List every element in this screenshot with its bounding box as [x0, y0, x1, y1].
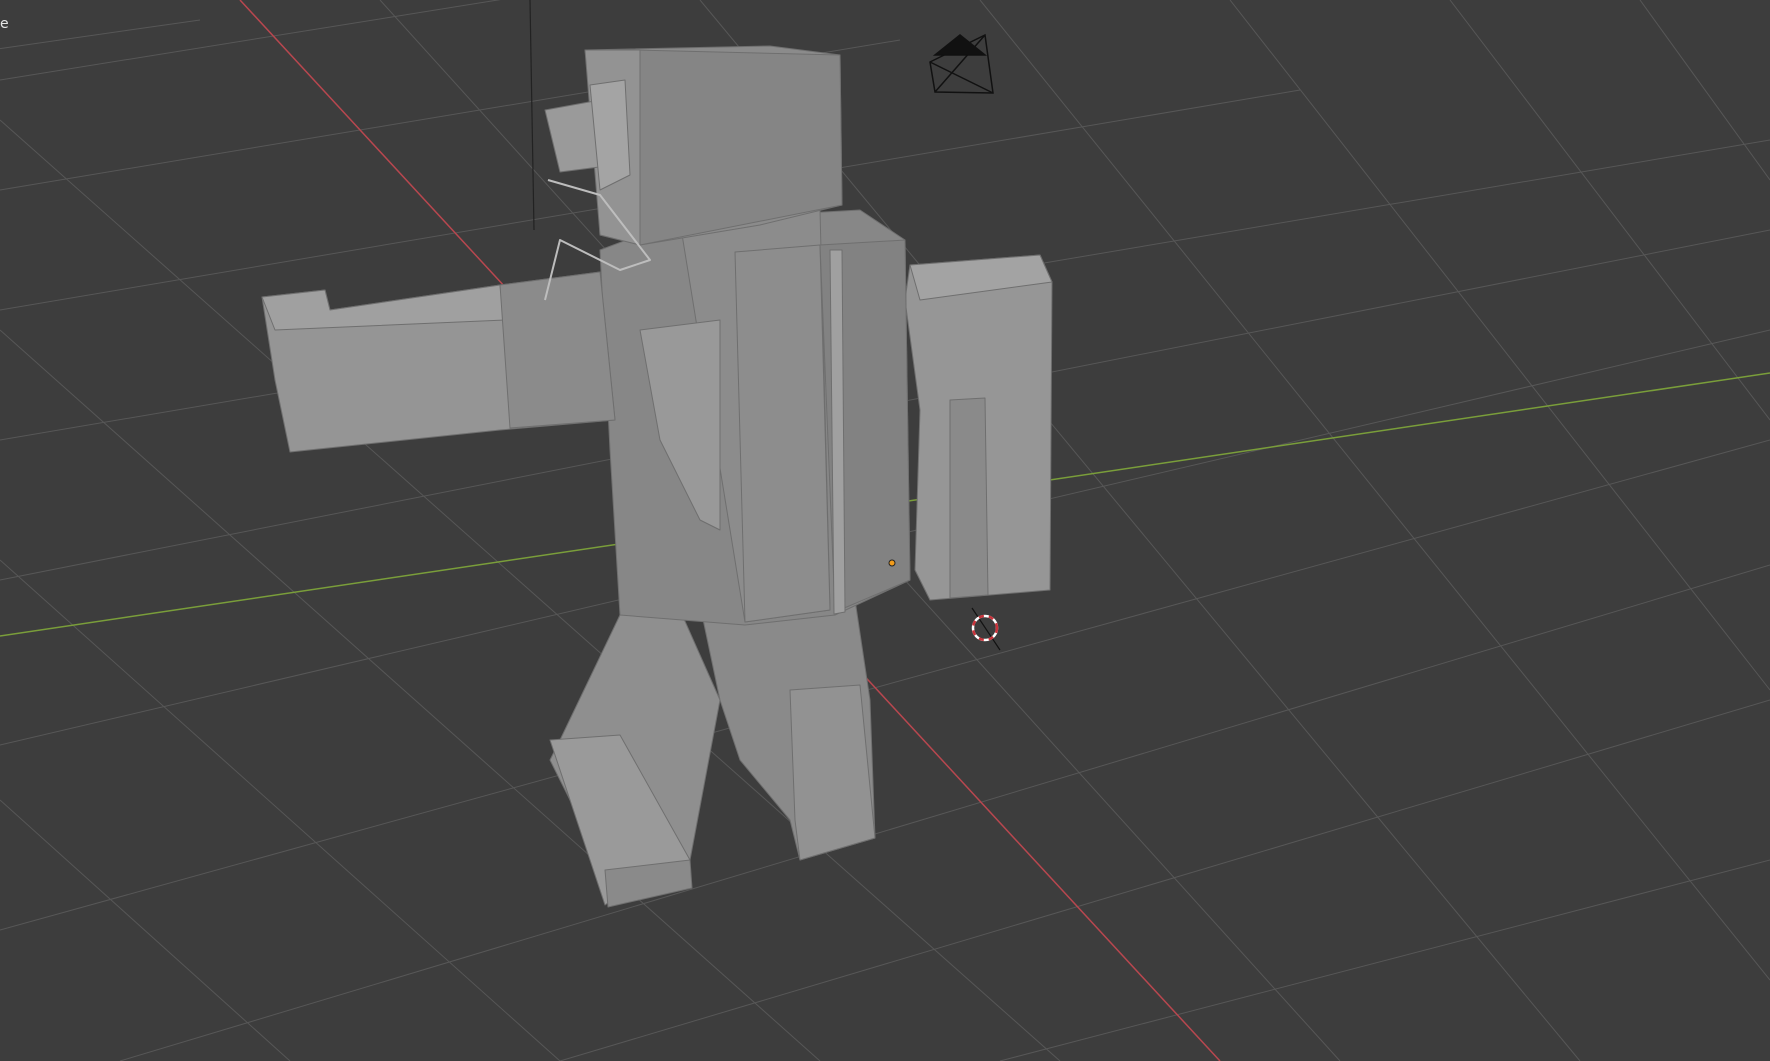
arm-right-inner: [949, 397, 989, 599]
viewport-scene[interactable]: [0, 0, 1770, 1061]
object-origin-dot: [888, 559, 896, 567]
torso-center: [734, 244, 831, 623]
3d-viewport[interactable]: e: [0, 0, 1770, 1061]
viewport-corner-label: e: [0, 16, 9, 32]
leg-right-side: [789, 684, 876, 861]
arm-left-upper: [499, 271, 616, 429]
